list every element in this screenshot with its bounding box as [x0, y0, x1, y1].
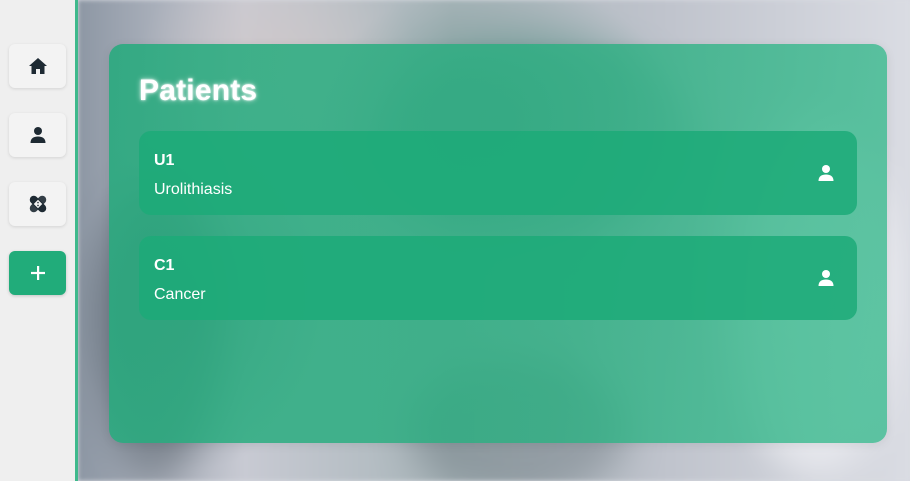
patient-card[interactable]: U1 Urolithiasis — [139, 131, 857, 215]
nav-bandage-button[interactable] — [9, 182, 66, 226]
patient-diagnosis: Urolithiasis — [154, 181, 233, 198]
home-icon — [28, 58, 47, 74]
add-patient-button[interactable] — [9, 251, 66, 295]
patient-card[interactable]: C1 Cancer — [139, 236, 857, 320]
patients-panel: Patients U1 Urolithiasis C1 Cancer — [109, 44, 887, 443]
patient-id: U1 — [154, 152, 175, 169]
nav-profile-button[interactable] — [9, 113, 66, 157]
nav-home-button[interactable] — [9, 44, 66, 88]
user-icon — [818, 165, 834, 181]
page-title: Patients — [139, 74, 258, 107]
patient-id: C1 — [154, 257, 175, 274]
bandage-icon — [29, 195, 46, 213]
sidebar — [0, 0, 78, 481]
plus-icon — [30, 266, 45, 280]
user-icon — [30, 127, 45, 143]
user-icon — [818, 270, 834, 286]
patient-diagnosis: Cancer — [154, 286, 206, 303]
